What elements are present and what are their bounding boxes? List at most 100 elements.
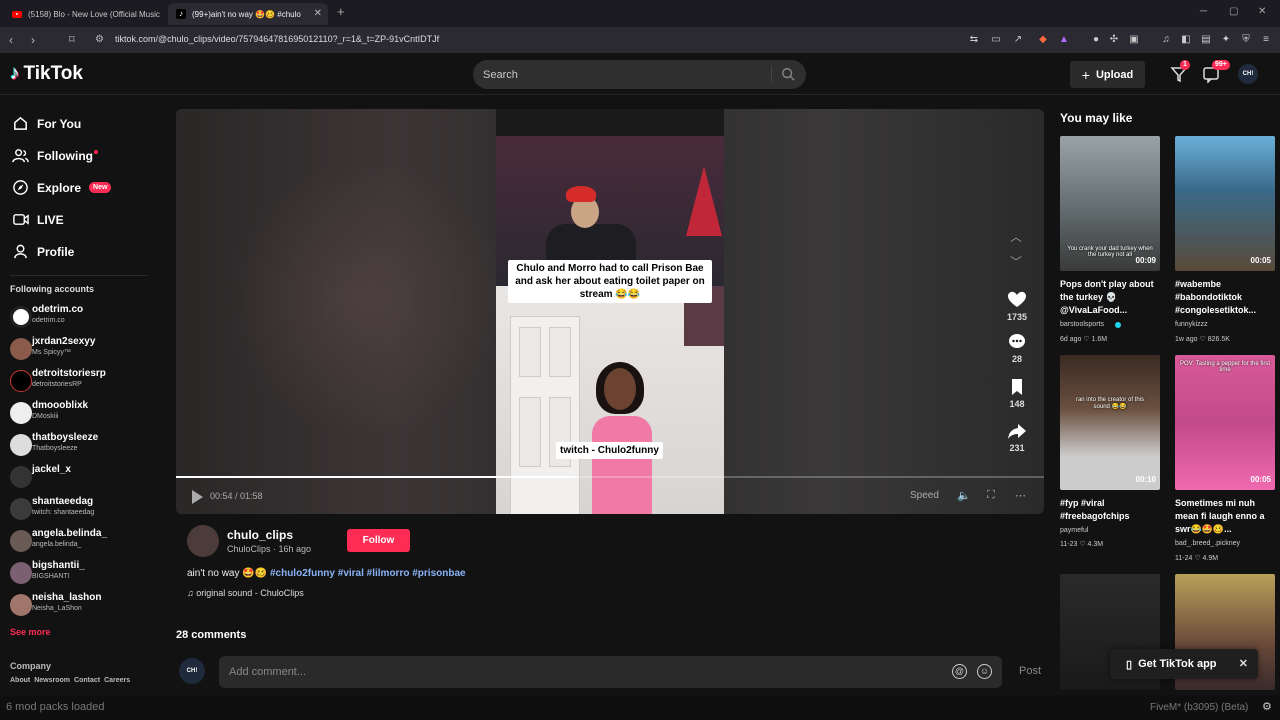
comment-button[interactable]: 28 <box>1003 332 1031 364</box>
upload-button[interactable]: + Upload <box>1070 61 1145 88</box>
sidebar-item-profile[interactable]: Profile <box>12 243 74 260</box>
account-item[interactable]: thatboysleeze Thatboysleeze <box>10 432 160 460</box>
card-thumbnail <box>1175 136 1275 271</box>
status-bar: 6 mod packs loaded FiveM* (b3095) (Beta)… <box>0 695 1280 720</box>
chevron-up-icon[interactable]: ︿ <box>1010 228 1022 245</box>
progress-bar[interactable] <box>176 476 1044 478</box>
speed-button[interactable]: Speed <box>910 490 939 501</box>
translate-icon[interactable]: ⇆ <box>968 34 980 46</box>
save-button[interactable]: 148 <box>1003 377 1031 409</box>
save-count: 148 <box>1009 399 1025 409</box>
brave-shield-icon[interactable]: ◆ <box>1037 34 1049 46</box>
tab-youtube[interactable]: (5158) Blo - New Love (Official Music <box>4 3 164 25</box>
play-button[interactable] <box>192 490 203 504</box>
account-item[interactable]: angela.belinda_ angela.belinda_ <box>10 528 160 556</box>
avatar <box>10 562 32 584</box>
fullscreen-icon[interactable]: ⛶ <box>987 489 995 502</box>
footer-link-careers[interactable]: Careers <box>104 677 130 684</box>
company-title[interactable]: Company <box>10 661 51 671</box>
account-item[interactable]: jackel_x <box>10 464 160 492</box>
sidebar-item-live[interactable]: LIVE <box>12 211 64 228</box>
author-username[interactable]: chulo_clips <box>227 528 293 542</box>
search-input[interactable] <box>483 66 763 83</box>
sidebar-item-label: Following <box>37 148 93 163</box>
bookmark-icon[interactable]: ⌑ <box>69 33 75 47</box>
video-player[interactable]: Chulo and Morro had to call Prison Bae a… <box>176 109 1044 514</box>
chevron-down-icon[interactable]: ﹀ <box>1010 253 1022 270</box>
wallet-icon[interactable]: ▤ <box>1200 34 1212 46</box>
ai-icon[interactable]: ✦ <box>1220 34 1232 46</box>
like-button[interactable]: 1735 <box>1003 290 1031 322</box>
music-icon[interactable]: ♫ <box>1160 34 1172 46</box>
settings-icon[interactable]: ⚙ <box>1262 700 1272 713</box>
comment-input[interactable] <box>229 664 929 680</box>
phone-icon: ▯ <box>1126 658 1133 671</box>
get-app-button[interactable]: ▯ Get TikTok app ✕ <box>1110 649 1258 679</box>
see-more-link[interactable]: See more <box>10 627 51 637</box>
volume-icon[interactable]: 🔈 <box>957 489 971 502</box>
get-app-label: Get TikTok app <box>1138 658 1217 670</box>
emoji-icon[interactable]: ☺ <box>977 664 992 679</box>
rewards-icon[interactable]: ▲ <box>1058 34 1070 46</box>
sidebar-item-for-you[interactable]: For You <box>12 115 81 132</box>
share-button[interactable]: 231 <box>1003 421 1031 453</box>
new-tab-button[interactable]: + <box>337 4 345 19</box>
vpn-icon[interactable]: ⛨ <box>1240 34 1252 46</box>
footer-link-newsroom[interactable]: Newsroom <box>34 677 70 684</box>
status-right-text: FiveM* (b3095) (Beta) <box>1150 702 1249 713</box>
account-item[interactable]: detroitstoriesrp detroitstoriesRP <box>10 368 160 396</box>
close-tab-icon[interactable]: ✕ <box>314 8 322 19</box>
tiktok-logo[interactable]: ♪ TikTok <box>10 63 83 85</box>
back-button[interactable]: ‹ <box>9 33 13 47</box>
video-bottom-scene <box>496 286 724 514</box>
close-window-button[interactable]: ✕ <box>1258 6 1266 17</box>
account-item[interactable]: bigshantii_ BIGSHANTI <box>10 560 160 588</box>
mention-icon[interactable]: @ <box>952 664 967 679</box>
minimize-button[interactable]: ─ <box>1200 6 1207 17</box>
recommend-card[interactable]: ran into the creator of this sound 😂😂 00… <box>1060 355 1160 570</box>
extension-icon[interactable]: ● <box>1090 34 1102 46</box>
video-caption-bottom: twitch - Chulo2funny <box>556 442 663 459</box>
recommend-card[interactable]: POV: Tasting a pepper for the first time… <box>1175 355 1275 570</box>
account-nickname: DMoskiii <box>32 413 59 420</box>
recommend-card[interactable]: You crank your dad turkey when the turke… <box>1060 136 1160 351</box>
account-item[interactable]: dmoooblixk DMoskiii <box>10 400 160 428</box>
account-item[interactable]: shantaeedag twitch: shantaeedag <box>10 496 160 524</box>
avatar[interactable]: CH! <box>1238 64 1258 84</box>
sound-link[interactable]: ♫ original sound - ChuloClips <box>187 588 304 598</box>
account-item[interactable]: neisha_lashon Neisha_LaShon <box>10 592 160 620</box>
recommend-card[interactable]: 00:05 #wabembe #babondotiktok #congolese… <box>1175 136 1275 351</box>
follow-button[interactable]: Follow <box>347 529 410 552</box>
account-item[interactable]: odetrim.co odetrim.co <box>10 304 160 332</box>
footer-link-about[interactable]: About <box>10 677 30 684</box>
account-item[interactable]: jxrdan2sexyy Ms Spicyy™ <box>10 336 160 364</box>
close-icon[interactable]: ✕ <box>1239 657 1248 670</box>
divider <box>10 275 148 276</box>
person-body <box>592 416 652 514</box>
forward-button[interactable]: › <box>31 33 35 47</box>
footer-link-contact[interactable]: Contact <box>74 677 100 684</box>
maximize-button[interactable]: ▢ <box>1229 6 1238 17</box>
inbox-badge: 1 <box>1180 60 1190 70</box>
tiktok-note-icon: ♪ <box>10 63 20 84</box>
puzzle-icon[interactable]: ✣ <box>1108 34 1120 46</box>
url-field[interactable]: tiktok.com/@chulo_clips/video/7579464781… <box>115 34 439 44</box>
sidebar-item-following[interactable]: Following <box>12 147 98 164</box>
search-icon[interactable] <box>781 67 795 81</box>
person-icon <box>14 244 27 259</box>
sidebar-item-explore[interactable]: Explore New <box>12 179 112 196</box>
video-frame[interactable]: Chulo and Morro had to call Prison Bae a… <box>496 109 724 514</box>
share-icon[interactable]: ↗ <box>1012 34 1024 46</box>
post-button[interactable]: Post <box>1019 665 1041 677</box>
screenshot-icon[interactable]: ▭ <box>990 34 1002 46</box>
more-options-icon[interactable]: ⋯ <box>1015 489 1026 502</box>
hashtags[interactable]: #chulo2funny #viral #lilmorro #prisonbae <box>270 568 466 579</box>
tab-tiktok[interactable]: ♪ (99+)ain't no way 🤩🥴 #chulo ✕ <box>168 3 328 25</box>
thumbnail-overlay-text: ran into the creator of this sound 😂😂 <box>1075 397 1145 410</box>
menu-icon[interactable]: ≡ <box>1260 34 1272 46</box>
author-avatar[interactable] <box>187 525 219 557</box>
extension-icon[interactable]: ▣ <box>1128 34 1140 46</box>
sidebar-icon[interactable]: ◧ <box>1180 34 1192 46</box>
site-info-icon[interactable]: ⚙ <box>95 33 104 47</box>
account-username: dmoooblixk <box>32 400 89 411</box>
